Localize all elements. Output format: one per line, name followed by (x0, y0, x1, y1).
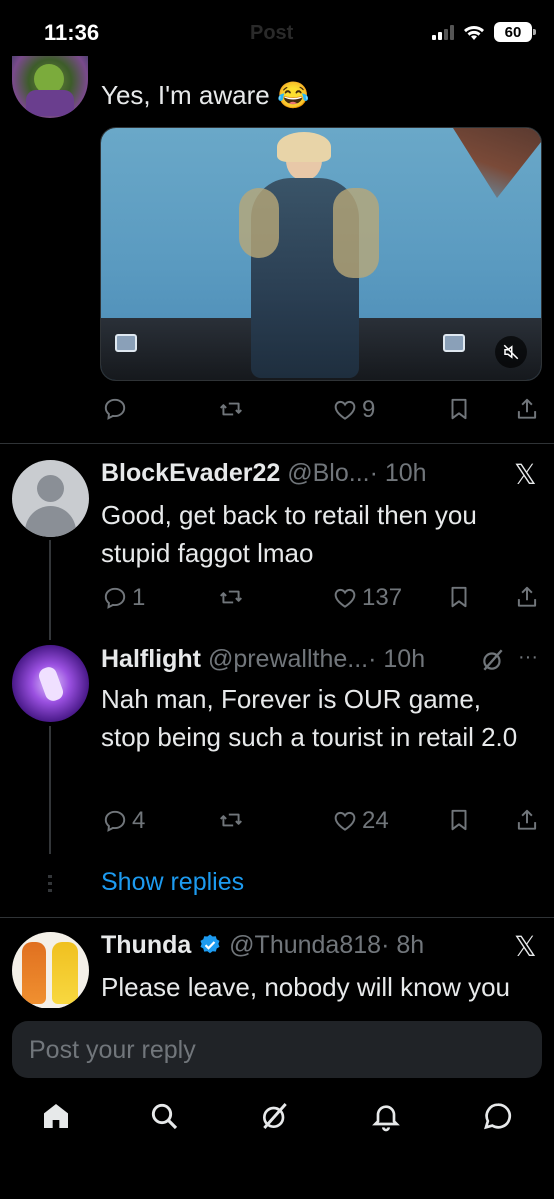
reply-button[interactable] (102, 396, 128, 422)
tab-notifications[interactable] (370, 1100, 410, 1140)
tweet-video[interactable] (100, 127, 542, 381)
reply-actions: 4 24 (100, 807, 540, 839)
like-button[interactable]: 24 (332, 807, 389, 835)
battery-indicator: 60 (494, 22, 536, 42)
tab-messages[interactable] (482, 1100, 522, 1140)
share-button[interactable] (514, 584, 540, 610)
author-name[interactable]: Halflight (101, 645, 201, 673)
verified-badge-icon (200, 934, 220, 954)
like-icon (332, 808, 358, 834)
tweet-text: Yes, I'm aware 😂 (101, 80, 310, 110)
tab-home[interactable] (40, 1100, 80, 1140)
thread-line (49, 726, 51, 854)
bookmark-button[interactable] (446, 584, 472, 610)
post-time: · 10h (368, 645, 426, 673)
reply-header: Halflight @prewallthe...· 10h (101, 645, 425, 674)
status-indicators: 60 (432, 22, 536, 42)
retweet-icon (218, 584, 244, 610)
reply-header: BlockEvader22 @Blo...· 10h (101, 459, 427, 488)
like-button[interactable]: 9 (332, 396, 375, 424)
reply-placeholder: Post your reply (29, 1036, 196, 1064)
avatar-halflight[interactable] (12, 645, 89, 722)
wifi-icon (464, 26, 484, 40)
share-icon (514, 807, 540, 833)
reply-text: Please leave, nobody will know you (101, 972, 511, 1002)
author-handle[interactable]: @Blo... (287, 459, 369, 487)
tab-search[interactable] (148, 1100, 188, 1140)
author-name[interactable]: Thunda (101, 931, 191, 959)
bookmark-icon (446, 396, 472, 422)
post-time: · 10h (369, 459, 427, 487)
x-logo-icon[interactable]: 𝕏 (514, 458, 537, 491)
more-options-button[interactable]: ··· (518, 646, 538, 669)
grok-icon (259, 1100, 291, 1132)
share-button[interactable] (514, 396, 540, 422)
status-time: 11:36 (44, 20, 100, 45)
messages-icon (484, 1103, 512, 1130)
reply-text: Good, get back to retail then you stupid… (101, 500, 477, 568)
tab-grok[interactable] (259, 1100, 299, 1140)
x-logo-icon[interactable]: 𝕏 (514, 930, 537, 963)
share-icon (514, 396, 540, 422)
mute-icon[interactable] (495, 336, 527, 368)
author-handle[interactable]: @Thunda818 (229, 931, 381, 959)
share-icon (514, 584, 540, 610)
thread-dots (48, 875, 52, 895)
home-icon (44, 1104, 68, 1128)
like-count: 24 (362, 807, 389, 834)
reply-button[interactable]: 4 (102, 807, 145, 835)
retweet-icon (218, 396, 244, 422)
bookmark-button[interactable] (446, 396, 472, 422)
reply-input[interactable]: Post your reply (12, 1021, 542, 1078)
share-button[interactable] (514, 807, 540, 833)
grok-icon[interactable] (480, 647, 506, 673)
like-button[interactable]: 137 (332, 584, 402, 612)
like-icon (332, 397, 358, 423)
reply-actions: 1 137 (100, 584, 540, 616)
search-icon (151, 1103, 178, 1130)
like-count: 137 (362, 584, 403, 611)
reply-icon (102, 808, 128, 834)
status-bar: 11:36 Post 60 (0, 0, 554, 62)
notifications-icon (372, 1105, 400, 1132)
avatar-thunda[interactable] (12, 932, 89, 1009)
reply-count: 4 (132, 807, 146, 834)
tweet-actions: 9 (100, 396, 540, 428)
post-time: · 8h (381, 931, 425, 959)
reply-text: Nah man, Forever is OUR game, stop being… (101, 684, 518, 752)
like-icon (332, 585, 358, 611)
like-count: 9 (362, 396, 376, 423)
avatar-blockevader22[interactable] (12, 460, 89, 537)
author-name[interactable]: BlockEvader22 (101, 459, 280, 487)
reply-count: 1 (132, 584, 146, 611)
show-replies-link[interactable]: Show replies (101, 868, 244, 897)
retweet-icon (218, 807, 244, 833)
thread-line (49, 540, 51, 640)
bottom-tab-bar (0, 1080, 554, 1199)
retweet-button[interactable] (218, 584, 244, 610)
retweet-button[interactable] (218, 396, 244, 422)
bookmark-icon (446, 584, 472, 610)
reply-button[interactable]: 1 (102, 584, 145, 612)
avatar-author[interactable] (12, 56, 88, 118)
reply-icon (102, 396, 128, 422)
bookmark-button[interactable] (446, 807, 472, 833)
reply-header: Thunda @Thunda818· 8h (101, 931, 424, 960)
divider (0, 443, 554, 444)
author-handle[interactable]: @prewallthe... (208, 645, 368, 673)
cellular-signal-icon (432, 24, 454, 40)
divider (0, 917, 554, 918)
faded-page-title: Post (250, 22, 294, 44)
reply-icon (102, 585, 128, 611)
bookmark-icon (446, 807, 472, 833)
retweet-button[interactable] (218, 807, 244, 833)
